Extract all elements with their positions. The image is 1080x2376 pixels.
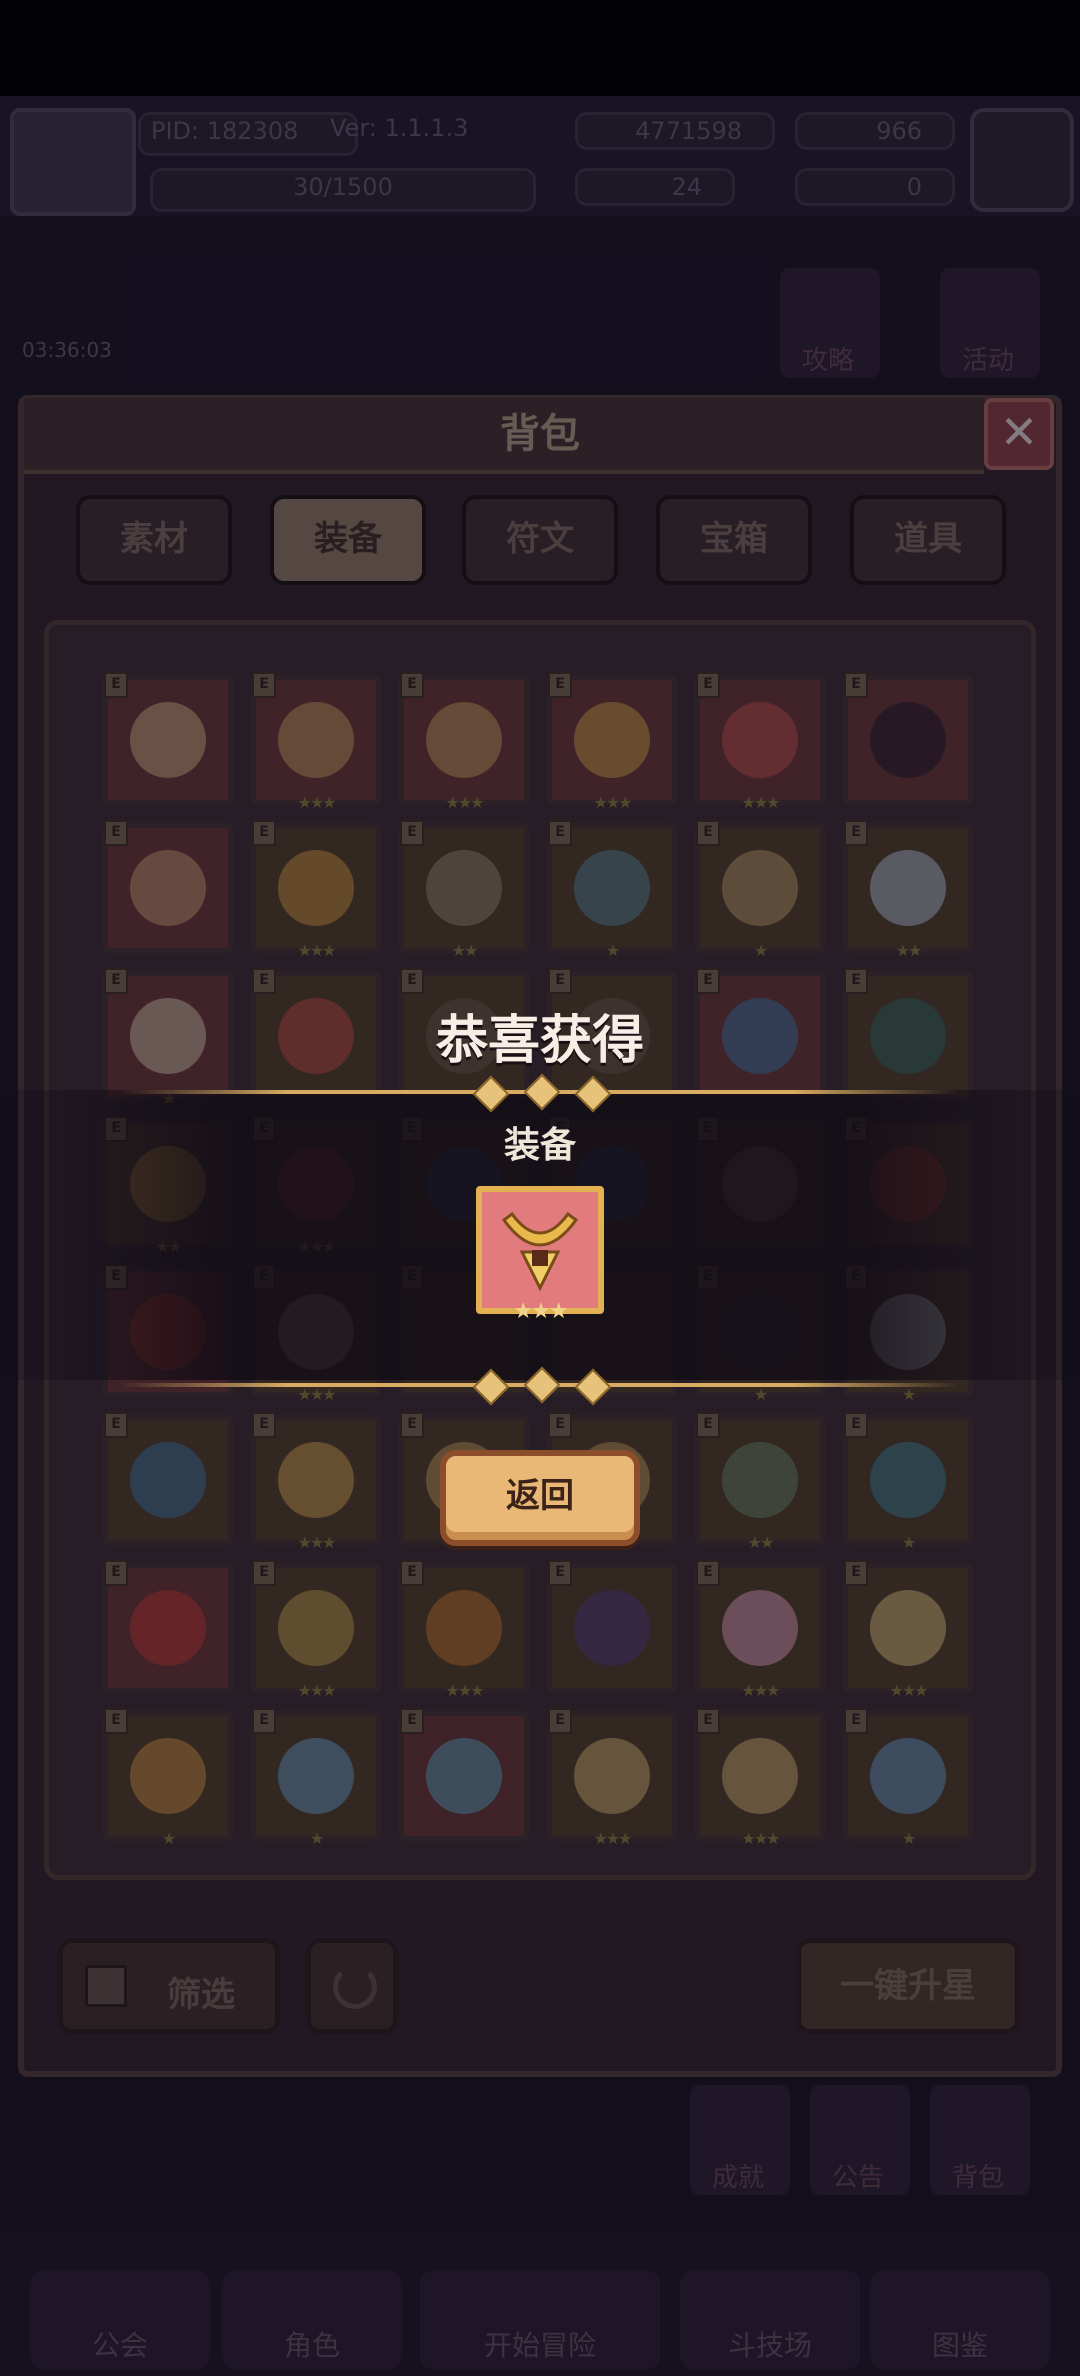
reward-stars: ★★★ [513,1299,568,1324]
reward-item: ★★★ [476,1186,604,1324]
popup-title: 恭喜获得 [435,1011,644,1071]
reward-category: 装备 [503,1125,576,1166]
back-button[interactable]: 返回 [440,1450,640,1546]
golden-necklace-icon [501,1211,579,1292]
